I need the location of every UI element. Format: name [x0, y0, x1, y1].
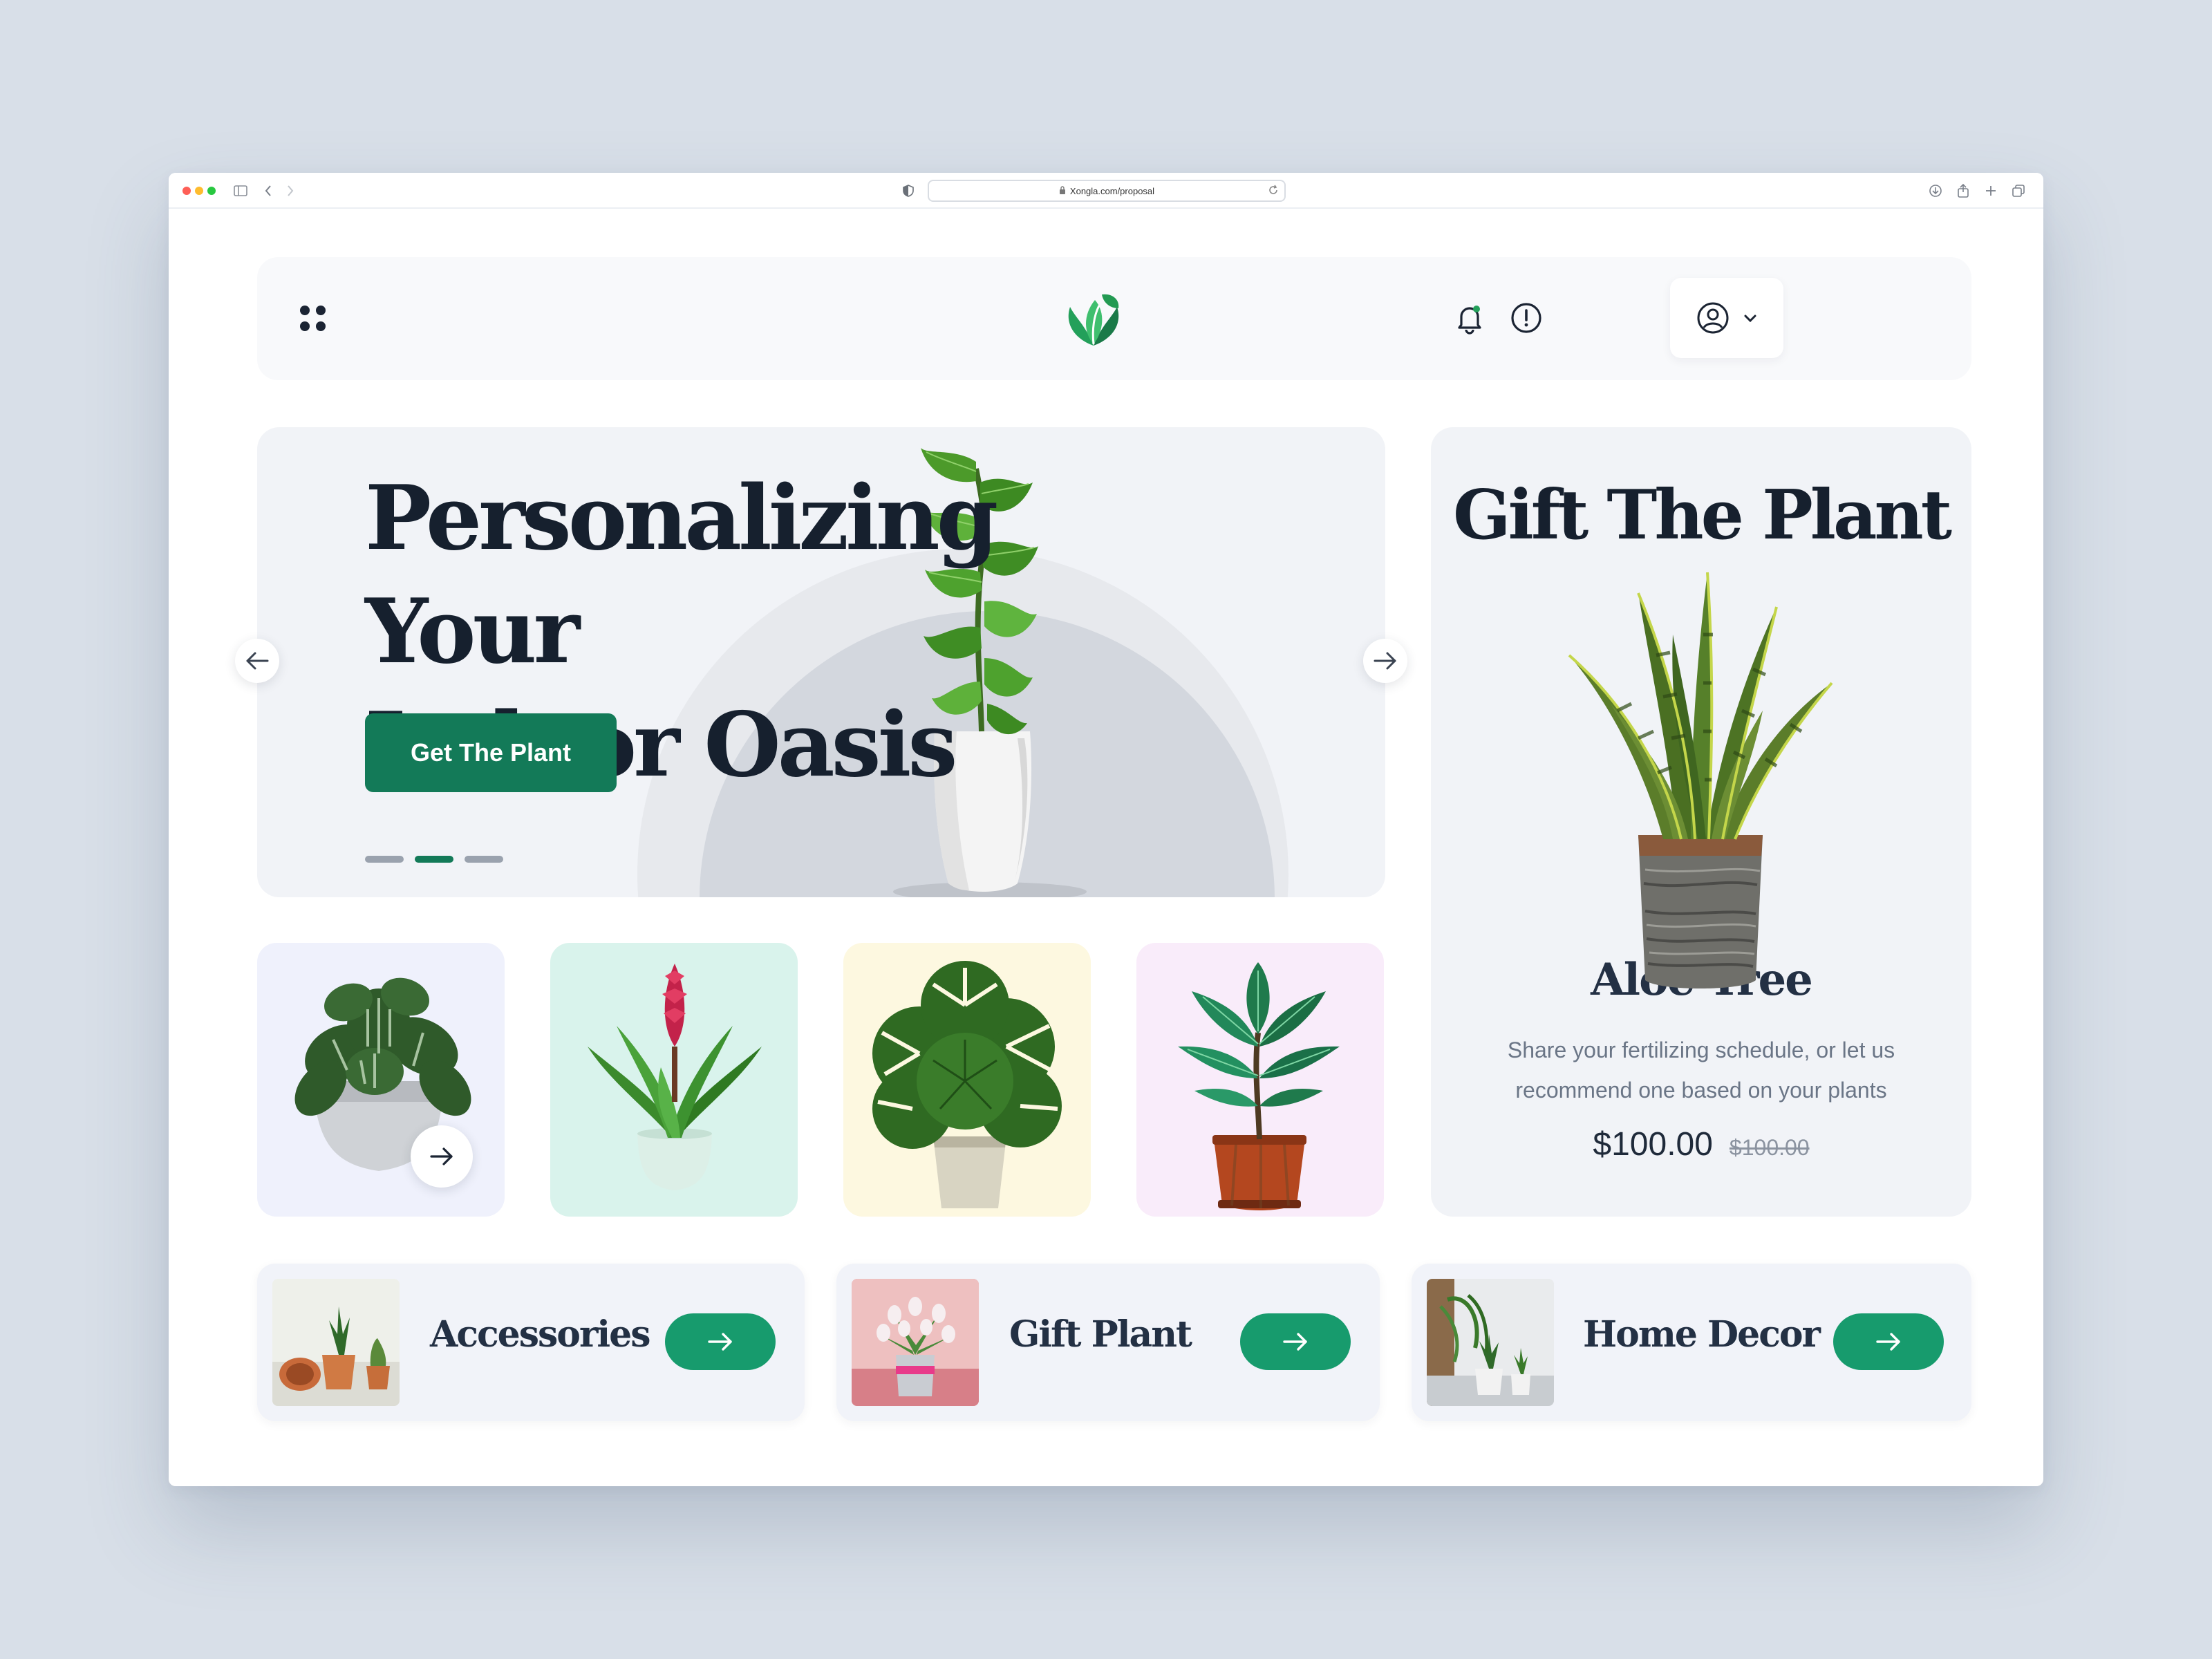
- accessories-image: [272, 1279, 400, 1406]
- browser-toolbar: Xongla.com/proposal: [169, 173, 2043, 209]
- hero-next-button[interactable]: [1363, 639, 1407, 683]
- price-row: $100.00 $100.00: [1431, 1125, 1971, 1163]
- leaf-logo-icon[interactable]: [1060, 290, 1127, 348]
- new-tab-icon[interactable]: [1983, 181, 1999, 200]
- close-window-button[interactable]: [182, 187, 191, 195]
- hero-prev-button[interactable]: [235, 639, 279, 683]
- arrow-right-icon: [1374, 652, 1396, 670]
- get-the-plant-button[interactable]: Get The Plant: [365, 713, 617, 792]
- carousel-indicators: [365, 856, 503, 863]
- info-alert-icon[interactable]: [1508, 300, 1544, 336]
- gift-plant-image: [852, 1279, 979, 1406]
- carousel-dot-1[interactable]: [365, 856, 404, 863]
- arrow-right-icon: [430, 1147, 453, 1165]
- download-icon[interactable]: [1927, 181, 1944, 200]
- original-price: $100.00: [1729, 1135, 1810, 1160]
- home-decor-image: [1427, 1279, 1554, 1406]
- peperomia-plant-icon: [294, 977, 471, 1171]
- category-label: Home Decor: [1583, 1313, 1821, 1356]
- user-avatar-icon: [1697, 302, 1729, 334]
- gift-product-card[interactable]: Gift The Plant Aloe Tree Share your fert…: [1431, 427, 1971, 1217]
- category-label: Gift Plant: [1009, 1313, 1192, 1356]
- category-card-home-decor[interactable]: Home Decor: [1412, 1264, 1971, 1421]
- profile-menu-button[interactable]: [1670, 278, 1783, 358]
- arrow-right-icon: [1876, 1333, 1900, 1351]
- home-decor-arrow-button[interactable]: [1833, 1313, 1944, 1370]
- product-thumbnail-4[interactable]: [1136, 943, 1384, 1217]
- lock-icon: [1059, 185, 1066, 196]
- bromeliad-plant-icon: [588, 964, 762, 1190]
- hero-carousel: Personalizing Your Indoor Oasis Get The …: [257, 427, 1385, 897]
- minimize-window-button[interactable]: [195, 187, 203, 195]
- category-label: Accessories: [430, 1313, 650, 1356]
- menu-grid-icon[interactable]: [300, 306, 326, 332]
- url-text: Xongla.com/proposal: [1069, 185, 1155, 196]
- share-icon[interactable]: [1955, 181, 1971, 200]
- product-thumbnail-3[interactable]: [843, 943, 1091, 1217]
- product-thumbnail-1[interactable]: [257, 943, 505, 1217]
- gift-plant-arrow-button[interactable]: [1240, 1313, 1351, 1370]
- product-thumbnail-2[interactable]: [550, 943, 798, 1217]
- site-header: [257, 257, 1971, 380]
- snake-plant-image: [1568, 572, 1833, 988]
- chevron-down-icon: [1744, 315, 1756, 323]
- arrow-right-icon: [708, 1333, 732, 1351]
- browser-window: Xongla.com/proposal Personalizing Your I…: [169, 173, 2043, 1486]
- privacy-shield-icon[interactable]: [901, 181, 915, 200]
- reload-icon[interactable]: [1268, 185, 1279, 198]
- carousel-dot-2[interactable]: [415, 856, 453, 863]
- arrow-left-icon: [246, 652, 269, 670]
- hero-title-line1: Personalizing Your: [365, 467, 998, 684]
- forward-icon[interactable]: [283, 181, 297, 200]
- carousel-dot-3[interactable]: [465, 856, 503, 863]
- notification-bell-icon[interactable]: [1452, 300, 1488, 336]
- arrow-right-icon: [1283, 1333, 1307, 1351]
- url-bar[interactable]: Xongla.com/proposal: [928, 180, 1286, 202]
- current-price: $100.00: [1593, 1126, 1713, 1163]
- back-icon[interactable]: [261, 181, 275, 200]
- maximize-window-button[interactable]: [207, 187, 216, 195]
- tab-overview-icon[interactable]: [2010, 181, 2027, 200]
- product-description: Share your fertilizing schedule, or let …: [1507, 1038, 1895, 1103]
- monstera-plant-icon: [872, 961, 1062, 1208]
- thumbnail-open-button[interactable]: [411, 1125, 473, 1188]
- rubber-plant-icon: [1178, 962, 1340, 1210]
- category-card-gift-plant[interactable]: Gift Plant: [836, 1264, 1380, 1421]
- sidebar-toggle-icon[interactable]: [232, 181, 249, 200]
- category-card-accessories[interactable]: Accessories: [257, 1264, 805, 1421]
- accessories-arrow-button[interactable]: [665, 1313, 776, 1370]
